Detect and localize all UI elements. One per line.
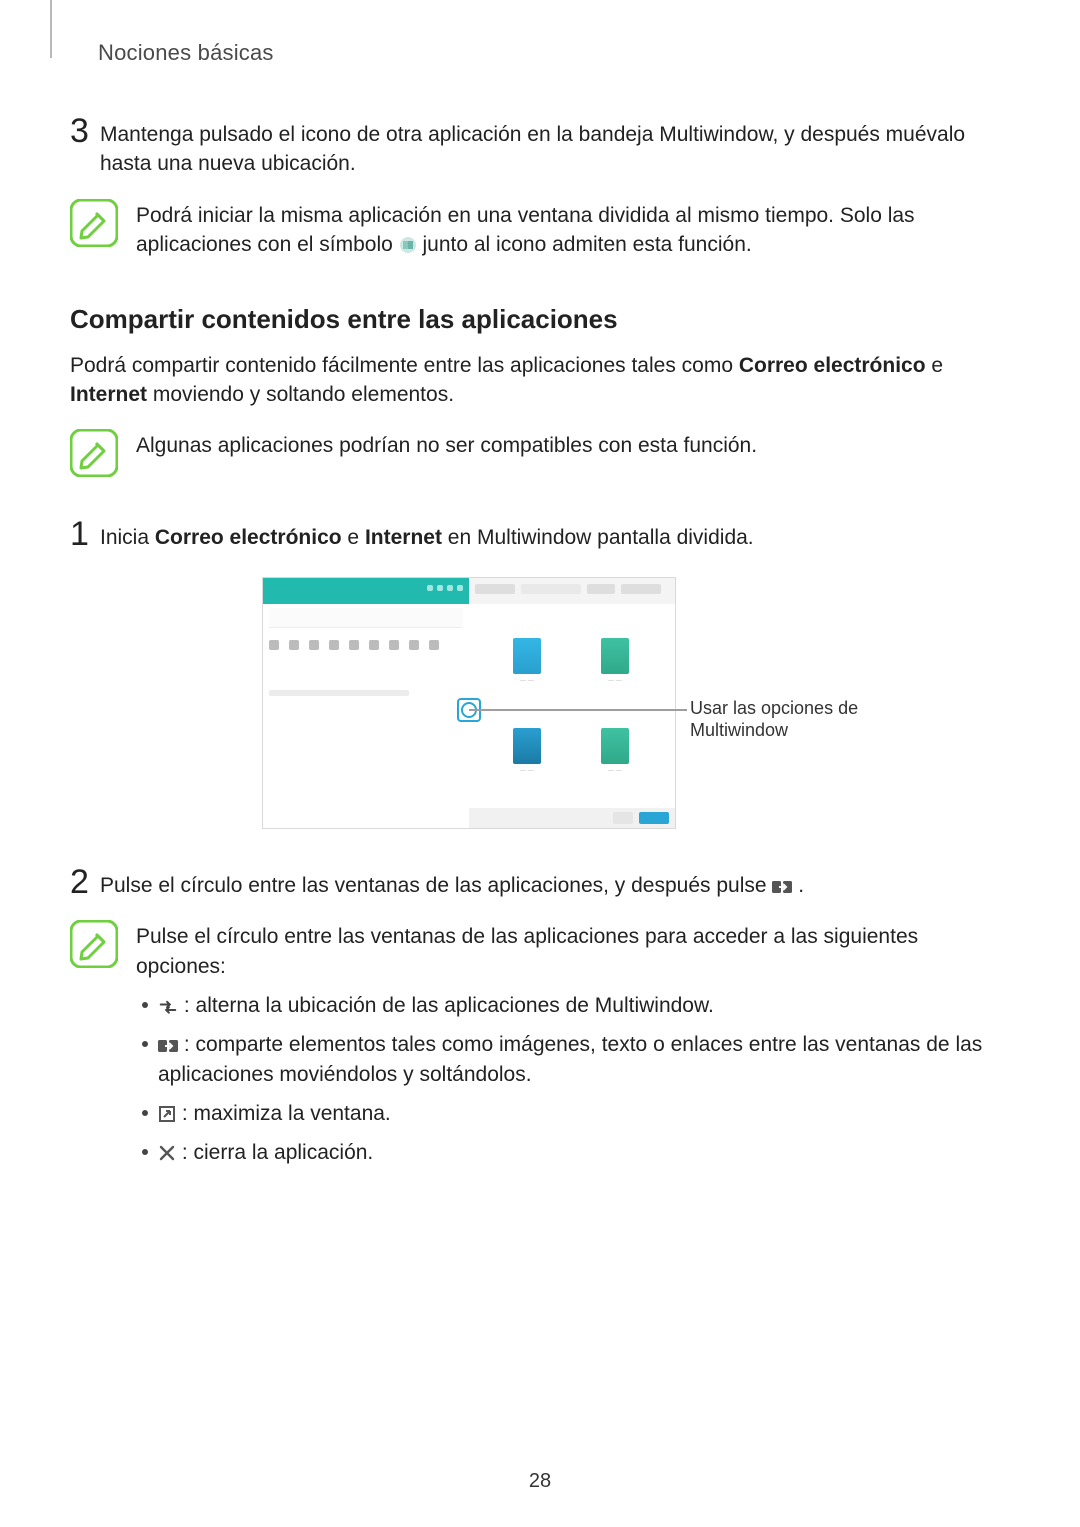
- note-text: Podrá iniciar la misma aplicación en una…: [136, 199, 1005, 260]
- figure-callout-label: Usar las opciones de Multiwindow: [690, 697, 900, 742]
- figure-email-toolbar: [263, 578, 469, 604]
- step-text: Inicia Correo electrónico e Internet en …: [100, 523, 1005, 552]
- note-text: Algunas aplicaciones podrían no ser comp…: [136, 429, 1005, 460]
- app-internet: Internet: [365, 526, 442, 549]
- option-swap-text: : alterna la ubicación de las aplicacion…: [184, 994, 714, 1017]
- step-number: 2: [70, 865, 100, 899]
- note-options-body: Pulse el círculo entre las ventanas de l…: [136, 920, 1005, 1168]
- step-3: 3 Mantenga pulsado el icono de otra apli…: [70, 114, 1005, 179]
- figure-email-pane: [263, 578, 469, 828]
- drag-share-icon: [158, 1033, 178, 1049]
- step-number: 3: [70, 114, 100, 148]
- note-pencil-icon: [70, 920, 118, 968]
- option-share-text: : comparte elementos tales como imágenes…: [158, 1033, 982, 1085]
- bullet-dot: [142, 1110, 148, 1116]
- note-options-intro: Pulse el círculo entre las ventanas de l…: [136, 922, 1005, 981]
- figure-internet-pane: — —— —— —— —: [469, 578, 675, 828]
- step-1: 1 Inicia Correo electrónico e Internet e…: [70, 517, 1005, 552]
- note-same-app: Podrá iniciar la misma aplicación en una…: [70, 199, 1005, 260]
- swap-icon: [158, 994, 178, 1010]
- t: e: [342, 526, 365, 549]
- step-2: 2 Pulse el círculo entre las ventanas de…: [70, 865, 1005, 900]
- header-rule: [50, 0, 52, 58]
- bullet-dot: [142, 1149, 148, 1155]
- option-close: : cierra la aplicación.: [136, 1138, 1005, 1167]
- option-share: : comparte elementos tales como imágenes…: [136, 1030, 1005, 1089]
- bullet-dot: [142, 1041, 148, 1047]
- dual-window-icon: [399, 233, 417, 251]
- app-email: Correo electrónico: [155, 526, 342, 549]
- section-heading-share: Compartir contenidos entre las aplicacio…: [70, 304, 1005, 335]
- note-options: Pulse el círculo entre las ventanas de l…: [70, 920, 1005, 1168]
- note-pencil-icon: [70, 199, 118, 247]
- multiwindow-figure: — —— —— —— — Usar las opciones de Multiw…: [70, 575, 1005, 845]
- t: Podrá compartir contenido fácilmente ent…: [70, 354, 739, 377]
- note-text-post: junto al icono admiten esta función.: [423, 233, 752, 256]
- maximize-icon: [158, 1102, 176, 1120]
- share-paragraph: Podrá compartir contenido fácilmente ent…: [70, 351, 1005, 410]
- t: en Multiwindow pantalla dividida.: [442, 526, 754, 549]
- step-text: Pulse el círculo entre las ventanas de l…: [100, 871, 1005, 900]
- option-maximize: : maximiza la ventana.: [136, 1099, 1005, 1128]
- app-internet: Internet: [70, 383, 147, 406]
- bullet-dot: [142, 1002, 148, 1008]
- t: Pulse el círculo entre las ventanas de l…: [100, 874, 772, 897]
- close-icon: [158, 1141, 176, 1159]
- manual-page: Nociones básicas 3 Mantenga pulsado el i…: [0, 0, 1080, 1527]
- app-email: Correo electrónico: [739, 354, 926, 377]
- options-list: : alterna la ubicación de las aplicacion…: [136, 991, 1005, 1168]
- option-maximize-text: : maximiza la ventana.: [182, 1102, 391, 1125]
- drag-share-icon: [772, 874, 792, 890]
- step-number: 1: [70, 517, 100, 551]
- option-close-text: : cierra la aplicación.: [182, 1141, 373, 1164]
- callout-leader-line: [469, 709, 687, 711]
- page-number: 28: [0, 1470, 1080, 1493]
- t: e: [926, 354, 944, 377]
- t: moviendo y soltando elementos.: [147, 383, 454, 406]
- note-pencil-icon: [70, 429, 118, 477]
- option-swap: : alterna la ubicación de las aplicacion…: [136, 991, 1005, 1020]
- tablet-screenshot: — —— —— —— —: [262, 577, 676, 829]
- t: Inicia: [100, 526, 155, 549]
- step-text: Mantenga pulsado el icono de otra aplica…: [100, 120, 1005, 179]
- t: .: [798, 874, 804, 897]
- page-section-title: Nociones básicas: [98, 40, 1005, 66]
- note-compatibility: Algunas aplicaciones podrían no ser comp…: [70, 429, 1005, 477]
